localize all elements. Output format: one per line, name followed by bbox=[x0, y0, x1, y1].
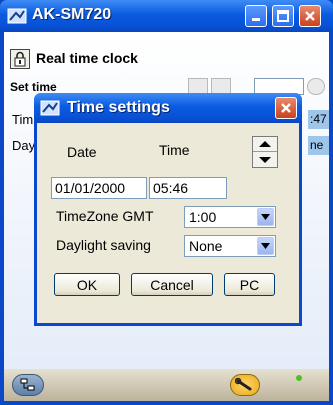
timezone-dropdown-button[interactable] bbox=[257, 208, 274, 226]
tree-icon bbox=[20, 378, 35, 391]
set-time-label: Set time bbox=[10, 80, 57, 94]
tools-button[interactable] bbox=[230, 374, 260, 396]
dialog-title: Time settings bbox=[67, 99, 170, 116]
time-settings-dialog: Time settings Date Time TimeZone GMT 1:0… bbox=[34, 93, 302, 326]
ok-button[interactable]: OK bbox=[54, 273, 120, 296]
timezone-label: TimeZone GMT bbox=[56, 208, 154, 224]
timezone-value: 1:00 bbox=[189, 209, 217, 225]
window-title: AK-SM720 bbox=[32, 6, 112, 23]
maximize-button[interactable] bbox=[272, 5, 294, 27]
app-icon bbox=[7, 8, 27, 24]
close-icon bbox=[281, 103, 291, 113]
close-icon bbox=[305, 11, 315, 21]
chevron-down-icon bbox=[261, 243, 270, 249]
down-arrow-icon bbox=[259, 156, 271, 163]
page-title: Real time clock bbox=[36, 50, 138, 66]
time-header: Time bbox=[159, 142, 190, 158]
day-row-value: ne bbox=[308, 136, 329, 155]
tree-button[interactable] bbox=[12, 374, 44, 396]
dialog-titlebar[interactable]: Time settings bbox=[34, 93, 302, 123]
daylight-label: Daylight saving bbox=[56, 237, 151, 253]
dialog-icon bbox=[40, 100, 60, 116]
maximize-icon bbox=[277, 10, 289, 22]
cancel-button[interactable]: Cancel bbox=[131, 273, 213, 296]
minimize-button[interactable] bbox=[245, 5, 267, 27]
time-row-value: :47 bbox=[308, 110, 329, 129]
lock-icon bbox=[14, 51, 26, 67]
timezone-select[interactable]: 1:00 bbox=[184, 206, 276, 228]
time-input[interactable] bbox=[149, 177, 227, 199]
dialog-close-button[interactable] bbox=[275, 97, 297, 119]
window-titlebar[interactable]: AK-SM720 bbox=[0, 0, 333, 32]
status-indicator bbox=[296, 375, 302, 381]
day-row-label: Day bbox=[12, 138, 36, 153]
bg-add-button[interactable] bbox=[307, 78, 325, 95]
minimize-icon bbox=[252, 18, 260, 21]
lock-button[interactable] bbox=[10, 49, 30, 69]
up-arrow-icon bbox=[259, 141, 271, 147]
time-row-label: Tim bbox=[12, 112, 34, 127]
daylight-select[interactable]: None bbox=[184, 235, 276, 257]
time-spinner[interactable] bbox=[252, 136, 278, 168]
dialog-body: Date Time TimeZone GMT 1:00 Daylight sav… bbox=[37, 123, 299, 323]
wrench-icon bbox=[235, 378, 252, 391]
pc-button[interactable]: PC bbox=[224, 273, 275, 296]
chevron-down-icon bbox=[261, 214, 270, 220]
daylight-dropdown-button[interactable] bbox=[257, 237, 274, 255]
bottom-toolbar bbox=[4, 369, 329, 401]
spinner-up-button[interactable] bbox=[253, 137, 277, 152]
spinner-down-button[interactable] bbox=[253, 152, 277, 167]
close-button[interactable] bbox=[299, 5, 321, 27]
date-input[interactable] bbox=[51, 177, 147, 199]
daylight-value: None bbox=[189, 238, 223, 254]
date-header: Date bbox=[67, 144, 97, 160]
